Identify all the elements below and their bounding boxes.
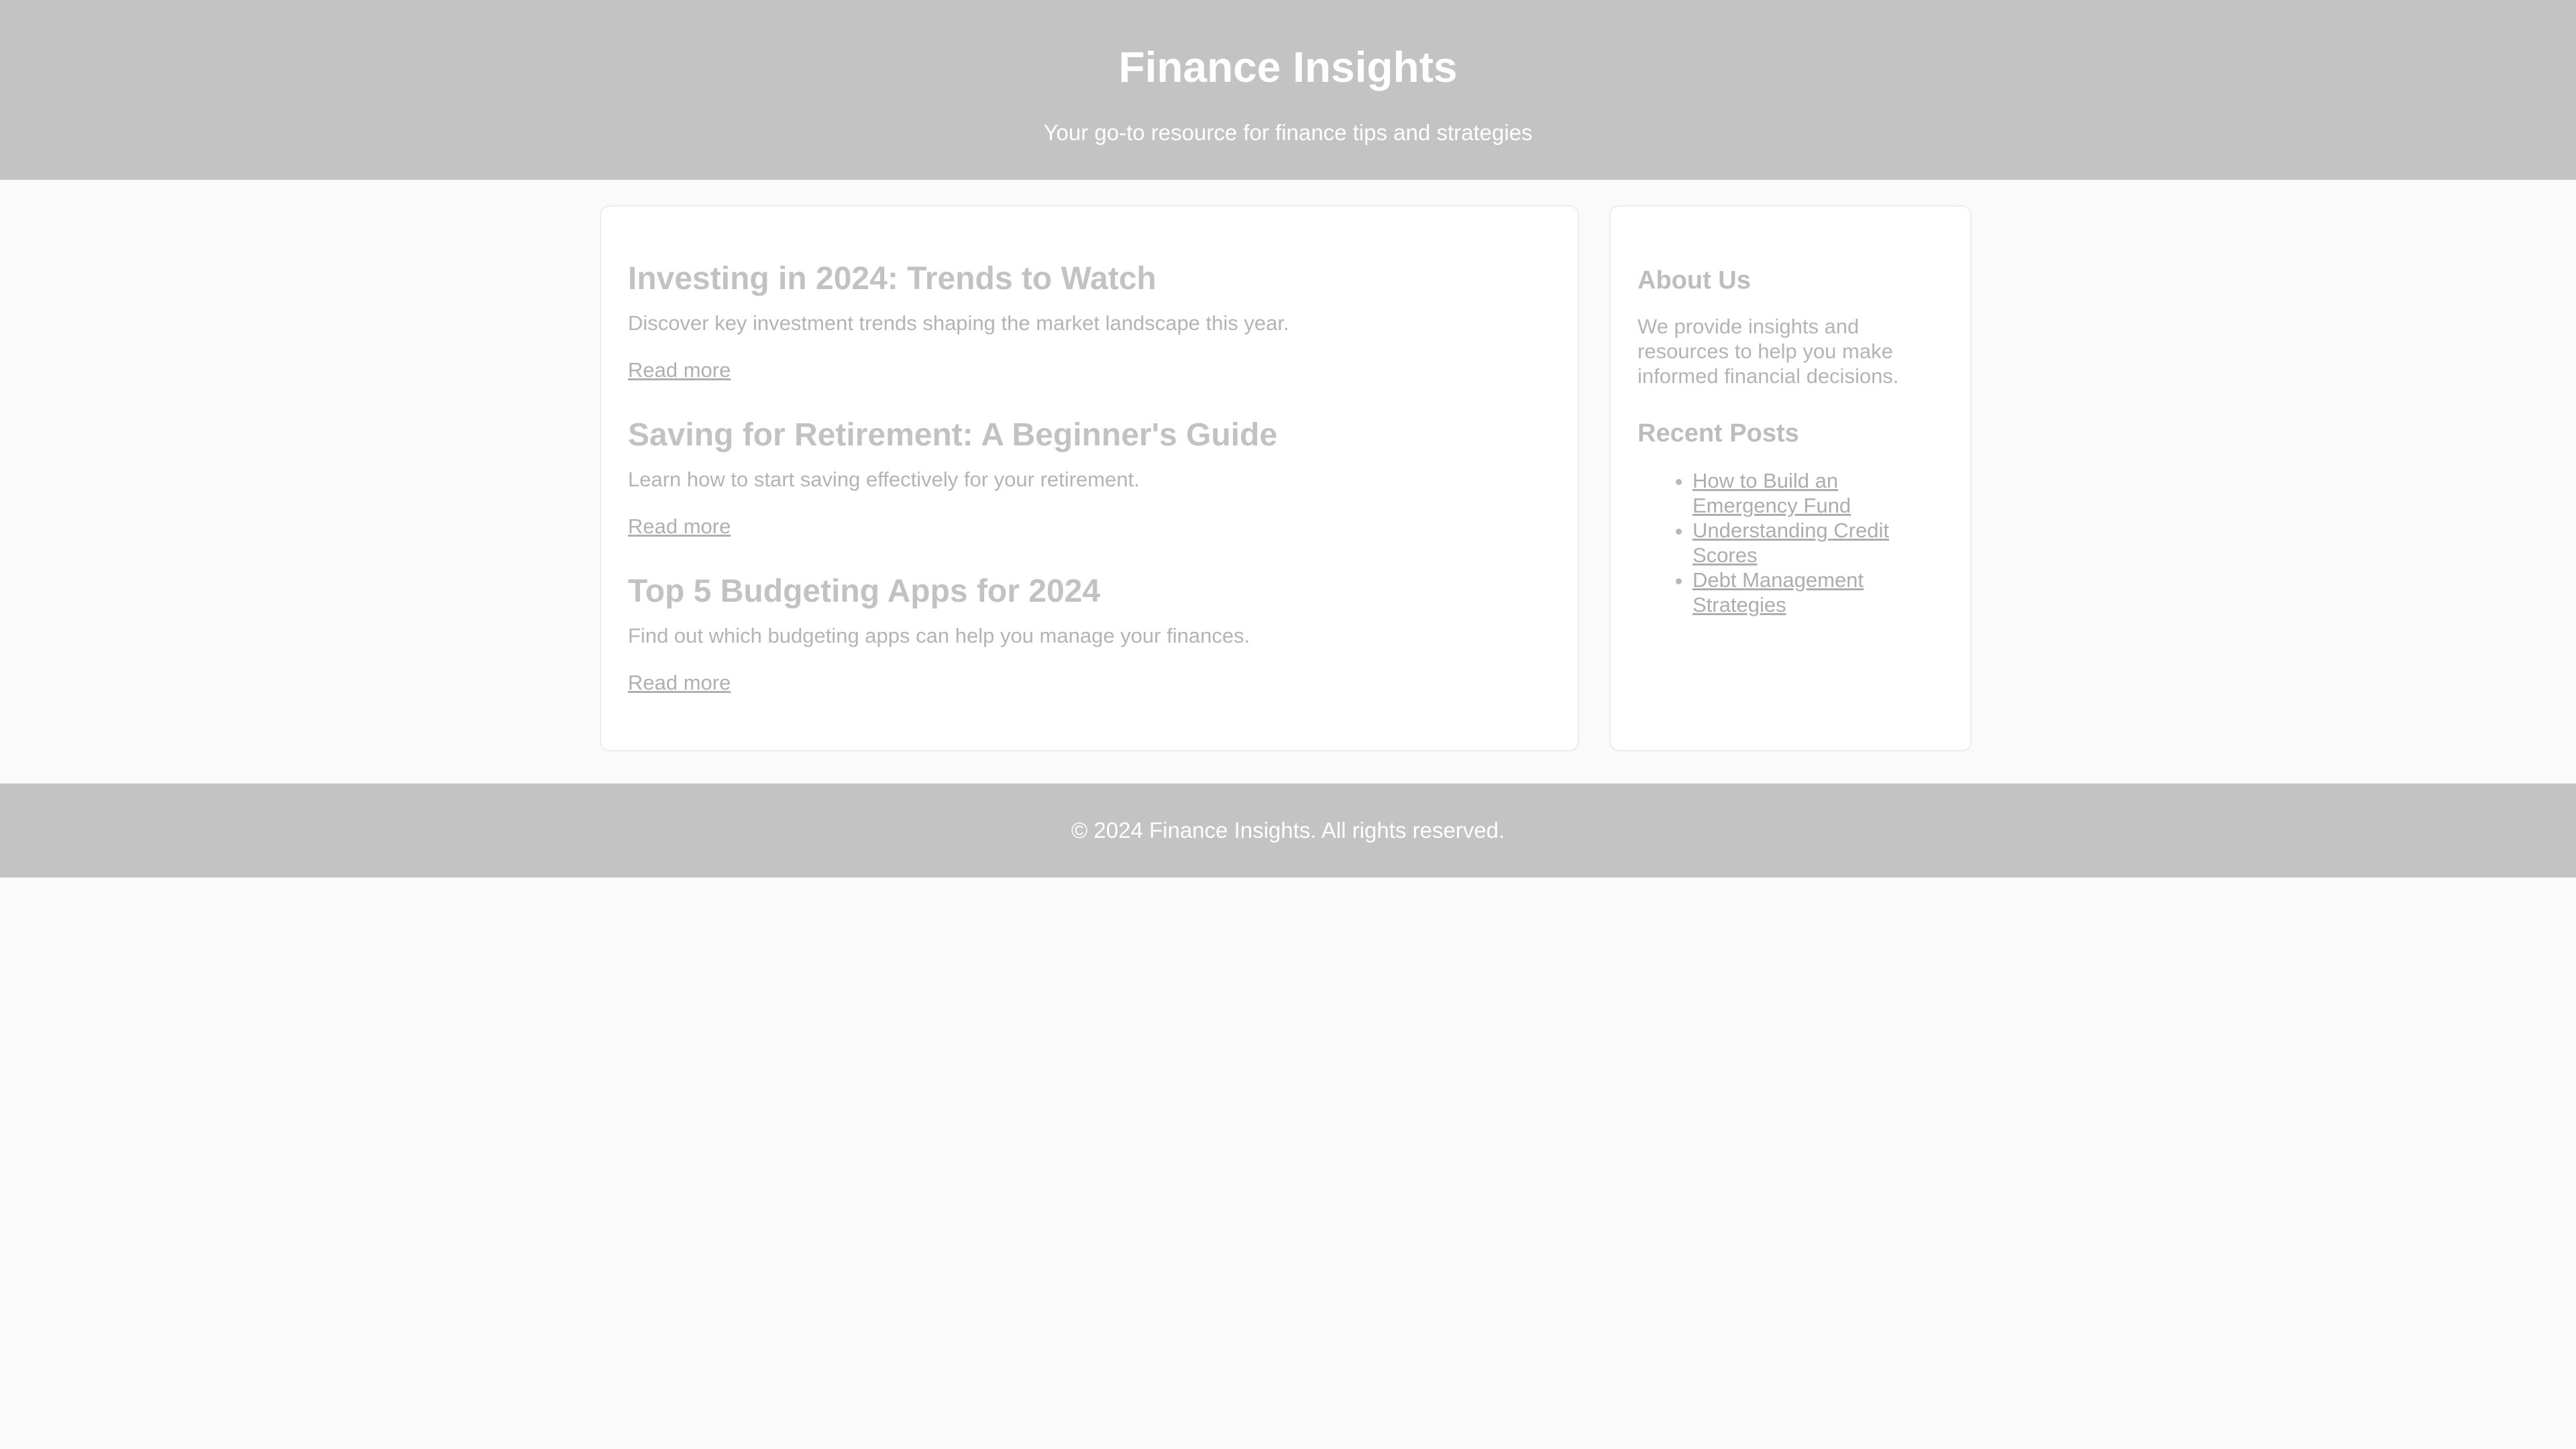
read-more-link[interactable]: Read more xyxy=(628,512,731,541)
recent-post-link[interactable]: Understanding Credit Scores xyxy=(1693,519,1889,567)
article-title: Top 5 Budgeting Apps for 2024 xyxy=(628,574,1101,609)
recent-post-link[interactable]: Debt Management Strategies xyxy=(1693,568,1864,616)
article-summary: Learn how to start saving effectively fo… xyxy=(628,468,1140,491)
list-item: Debt Management Strategies xyxy=(1693,568,1941,617)
list-item: How to Build an Emergency Fund xyxy=(1693,468,1941,518)
site-subtitle: Your go-to resource for finance tips and… xyxy=(1043,120,1533,145)
sidebar: About Us We provide insights and resourc… xyxy=(1609,205,1972,751)
article-title: Saving for Retirement: A Beginner's Guid… xyxy=(628,417,1278,453)
site-footer: © 2024 Finance Insights. All rights rese… xyxy=(0,784,2576,877)
recent-post-link[interactable]: How to Build an Emergency Fund xyxy=(1693,469,1851,517)
article-card: Saving for Retirement: A Beginner's Guid… xyxy=(628,414,1278,538)
content-container: Investing in 2024: Trends to Watch Disco… xyxy=(0,180,2576,784)
about-heading: About Us xyxy=(1638,266,1751,294)
article-summary: Discover key investment trends shaping t… xyxy=(628,311,1289,335)
about-text: We provide insights and resources to hel… xyxy=(1638,315,1899,388)
read-more-link[interactable]: Read more xyxy=(628,668,731,698)
articles-panel: Investing in 2024: Trends to Watch Disco… xyxy=(600,205,1579,751)
recent-posts-list: How to Build an Emergency Fund Understan… xyxy=(1638,468,1941,617)
site-header: Finance Insights Your go-to resource for… xyxy=(0,0,2576,180)
recent-posts-heading: Recent Posts xyxy=(1638,419,1799,447)
copyright-text: © 2024 Finance Insights. All rights rese… xyxy=(1071,818,1505,843)
list-item: Understanding Credit Scores xyxy=(1693,518,1941,568)
article-card: Top 5 Budgeting Apps for 2024 Find out w… xyxy=(628,570,1250,694)
article-summary: Find out which budgeting apps can help y… xyxy=(628,624,1250,647)
article-card: Investing in 2024: Trends to Watch Disco… xyxy=(628,258,1289,382)
article-title: Investing in 2024: Trends to Watch xyxy=(628,261,1157,297)
read-more-link[interactable]: Read more xyxy=(628,356,731,385)
site-title: Finance Insights xyxy=(1118,43,1458,91)
